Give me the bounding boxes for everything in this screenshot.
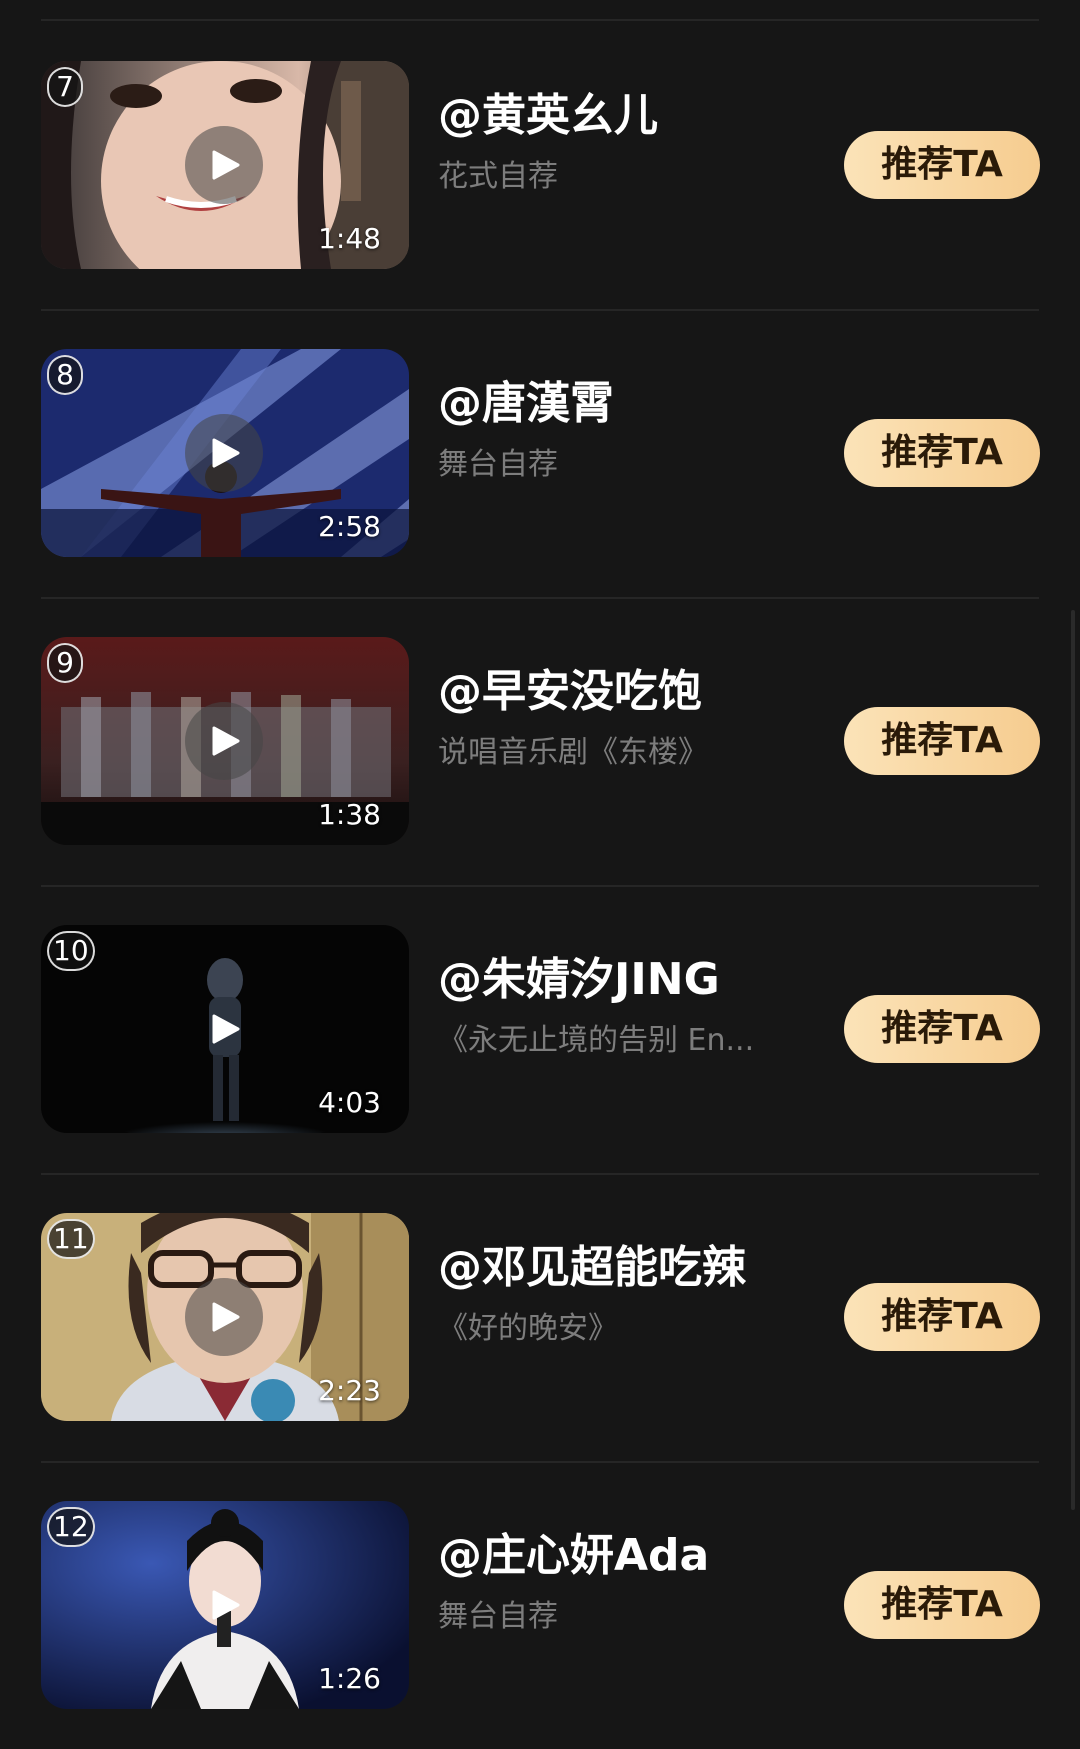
creator-description: 舞台自荐 <box>438 447 558 482</box>
scrollbar[interactable] <box>1071 610 1075 1510</box>
play-button[interactable] <box>185 414 263 492</box>
creator-description: 说唱音乐剧《东楼》 <box>438 735 708 770</box>
creator-description: 《永无止境的告别 En... <box>438 1023 755 1058</box>
video-duration: 1:48 <box>318 222 381 255</box>
play-icon <box>212 1590 240 1620</box>
list-item: 8 2:58 @唐漢霄 舞台自荐 推荐TA <box>0 309 1080 597</box>
creator-name: @唐漢霄 <box>438 378 614 429</box>
list-item: 12 1:26 @庄心妍Ada 舞台自荐 推荐TA <box>0 1461 1080 1749</box>
creator-name: @早安没吃饱 <box>438 666 702 717</box>
creator-name: @邓见超能吃辣 <box>438 1242 746 1293</box>
video-duration: 2:58 <box>318 510 381 543</box>
recommend-button[interactable]: 推荐TA <box>844 419 1040 487</box>
play-button[interactable] <box>185 126 263 204</box>
rank-badge: 8 <box>47 355 83 395</box>
play-icon <box>212 1302 240 1332</box>
video-duration: 1:26 <box>318 1662 381 1695</box>
recommend-button[interactable]: 推荐TA <box>844 995 1040 1063</box>
creator-name: @黄英幺儿 <box>438 90 658 141</box>
recommend-button[interactable]: 推荐TA <box>844 1283 1040 1351</box>
creator-name: @朱婧汐JING <box>438 954 720 1005</box>
video-thumbnail[interactable]: 9 1:38 <box>41 637 409 845</box>
play-icon <box>212 438 240 468</box>
creator-description: 花式自荐 <box>438 159 558 194</box>
creator-name: @庄心妍Ada <box>438 1530 710 1581</box>
play-button[interactable] <box>185 990 263 1068</box>
play-icon <box>212 1014 240 1044</box>
video-duration: 1:38 <box>318 798 381 831</box>
creator-description: 《好的晚安》 <box>438 1311 618 1346</box>
play-button[interactable] <box>185 1278 263 1356</box>
video-thumbnail[interactable]: 12 1:26 <box>41 1501 409 1709</box>
video-thumbnail[interactable]: 7 1:48 <box>41 61 409 269</box>
play-icon <box>212 150 240 180</box>
rank-badge: 10 <box>47 931 95 971</box>
play-button[interactable] <box>185 1566 263 1644</box>
video-thumbnail[interactable]: 10 4:03 <box>41 925 409 1133</box>
list-item: 7 1:48 @黄英幺儿 花式自荐 推荐TA <box>0 21 1080 309</box>
rank-badge: 7 <box>47 67 83 107</box>
recommend-button[interactable]: 推荐TA <box>844 131 1040 199</box>
video-duration: 2:23 <box>318 1374 381 1407</box>
rank-badge: 9 <box>47 643 83 683</box>
list-item: 11 2:23 @邓见超能吃辣 《好的晚安》 推荐TA <box>0 1173 1080 1461</box>
video-thumbnail[interactable]: 11 2:23 <box>41 1213 409 1421</box>
list-item: 9 1:38 @早安没吃饱 说唱音乐剧《东楼》 推荐TA <box>0 597 1080 885</box>
rank-badge: 11 <box>47 1219 95 1259</box>
recommend-button[interactable]: 推荐TA <box>844 1571 1040 1639</box>
play-button[interactable] <box>185 702 263 780</box>
video-duration: 4:03 <box>318 1086 381 1119</box>
recommend-button[interactable]: 推荐TA <box>844 707 1040 775</box>
rank-badge: 12 <box>47 1507 95 1547</box>
video-thumbnail[interactable]: 8 2:58 <box>41 349 409 557</box>
play-icon <box>212 726 240 756</box>
list-item: 10 4:03 @朱婧汐JING 《永无止境的告别 En... 推荐TA <box>0 885 1080 1173</box>
creator-description: 舞台自荐 <box>438 1599 558 1634</box>
